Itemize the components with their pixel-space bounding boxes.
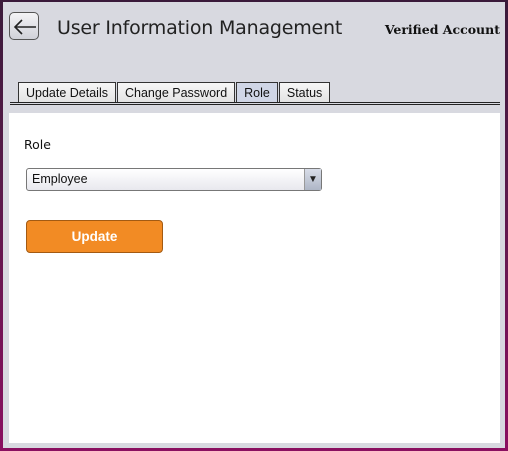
header: User Information Management Verified Acc… — [3, 2, 505, 62]
chevron-down-icon[interactable]: ▼ — [304, 169, 321, 190]
tab-status[interactable]: Status — [278, 82, 331, 103]
role-select[interactable]: Employee ▼ — [26, 168, 322, 191]
role-select-value: Employee — [32, 172, 88, 186]
back-button[interactable] — [9, 12, 39, 40]
tab-role[interactable]: Role — [236, 82, 278, 103]
account-status: Verified Account — [384, 22, 500, 37]
tab-bar: Update Details Change Password Role Stat… — [18, 81, 331, 103]
tab-change-password[interactable]: Change Password — [117, 82, 236, 103]
app-window: User Information Management Verified Acc… — [3, 2, 505, 448]
update-button[interactable]: Update — [26, 220, 163, 253]
role-panel: Role Employee ▼ Update — [9, 113, 500, 443]
role-label: Role — [24, 137, 51, 152]
tab-update-details[interactable]: Update Details — [18, 82, 116, 103]
page-title: User Information Management — [57, 17, 343, 39]
tab-divider — [10, 102, 500, 105]
